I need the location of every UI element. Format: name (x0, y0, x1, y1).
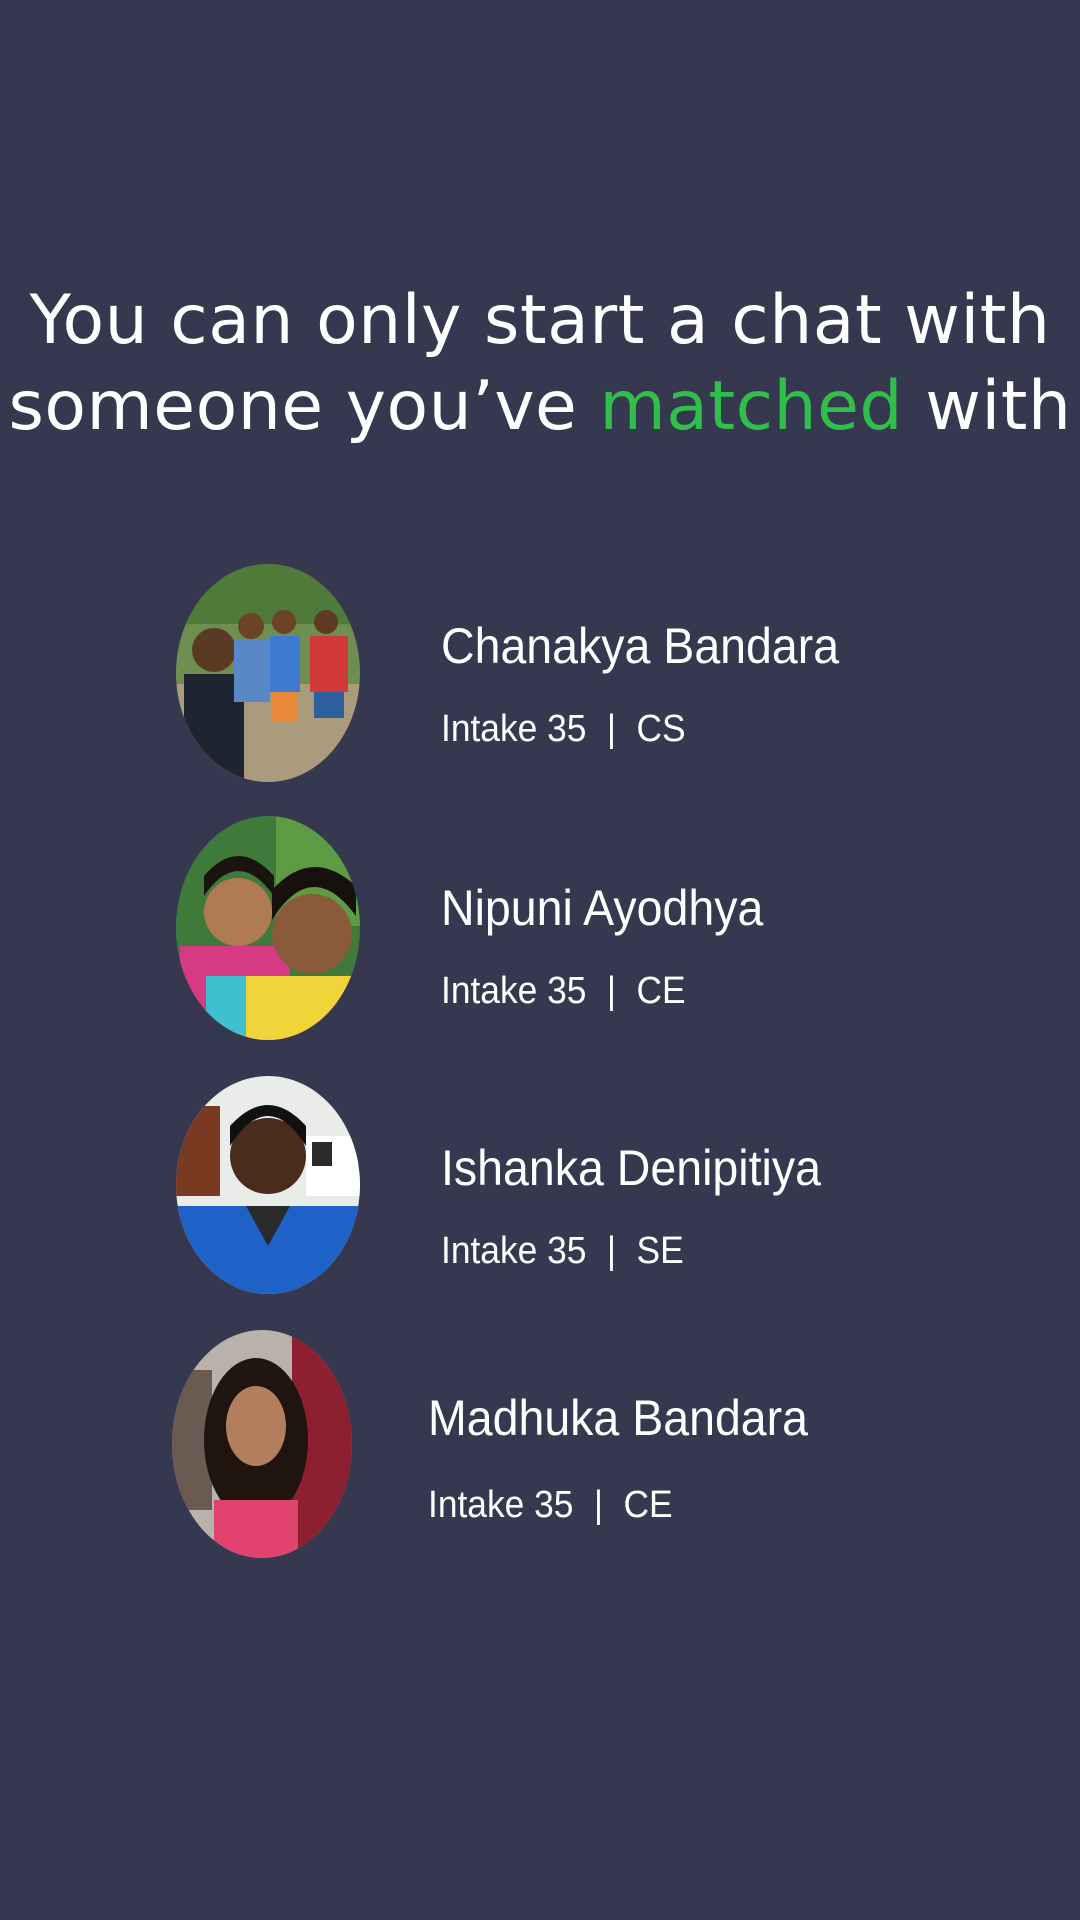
match-intake: Intake 35 (441, 708, 587, 750)
portrait-image (172, 1330, 352, 1558)
group-photo-image (176, 564, 360, 782)
match-intake: Intake 35 (441, 1230, 587, 1272)
details-separator: | (606, 708, 617, 750)
details-separator: | (606, 970, 617, 1012)
match-name: Chanakya Bandara (441, 618, 840, 674)
match-intake: Intake 35 (428, 1484, 574, 1526)
match-department: CS (636, 708, 686, 750)
match-department: CE (623, 1484, 673, 1526)
match-details: Intake 35 | CE (441, 968, 686, 1014)
match-details: Intake 35 | SE (441, 1228, 684, 1274)
match-details: Intake 35 | CE (428, 1482, 673, 1528)
match-details: Intake 35 | CS (441, 706, 686, 752)
avatar-nipuni[interactable] (176, 816, 360, 1040)
match-item-nipuni[interactable]: Nipuni Ayodhya Intake 35 | CE (0, 814, 1080, 1044)
friends-selfie-image (176, 816, 360, 1040)
avatar-ishanka[interactable] (176, 1076, 360, 1294)
match-name: Madhuka Bandara (428, 1390, 809, 1446)
details-separator: | (606, 1230, 617, 1272)
avatar-chanakya[interactable] (176, 564, 360, 782)
match-name: Nipuni Ayodhya (441, 880, 764, 936)
matched-users-list: Chanakya Bandara Intake 35 | CS Nipuni Ayo… (0, 0, 1080, 1920)
avatar-madhuka[interactable] (172, 1330, 352, 1558)
match-item-ishanka[interactable]: Ishanka Denipitiya Intake 35 | SE (0, 1076, 1080, 1306)
match-department: SE (636, 1230, 684, 1272)
match-department: CE (636, 970, 686, 1012)
match-intake: Intake 35 (441, 970, 587, 1012)
match-item-chanakya[interactable]: Chanakya Bandara Intake 35 | CS (0, 560, 1080, 790)
match-item-madhuka[interactable]: Madhuka Bandara Intake 35 | CE (0, 1330, 1080, 1560)
portrait-image (176, 1076, 360, 1294)
match-name: Ishanka Denipitiya (441, 1140, 821, 1196)
details-separator: | (593, 1484, 604, 1526)
